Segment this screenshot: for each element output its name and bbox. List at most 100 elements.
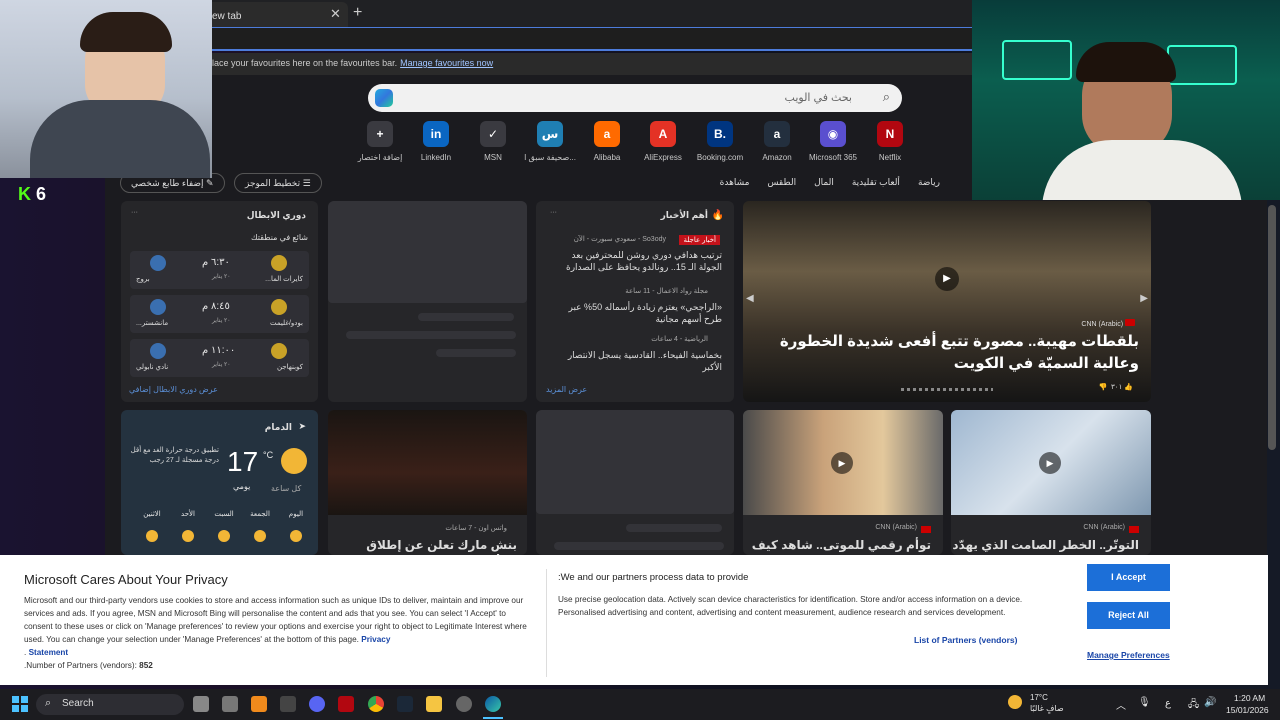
taskbar-search[interactable]: ⌕ Search (36, 694, 184, 715)
web-search-box[interactable]: بحث في الويب ⌕ (368, 84, 902, 112)
news-card-stress[interactable]: ▶ CNN (Arabic) التوتّر.. الخطر الصامت ال… (951, 410, 1151, 555)
edge-icon[interactable] (485, 696, 501, 712)
away-team: مانشستر... (136, 320, 169, 327)
manage-favourites-link[interactable]: Manage favourites now (400, 58, 493, 68)
close-tab-icon[interactable]: ✕ (330, 6, 341, 22)
page-scrollbar[interactable] (1268, 205, 1276, 450)
clock-time[interactable]: 1:20 AM (1234, 693, 1265, 703)
file-explorer-icon[interactable] (426, 696, 442, 712)
search-icon[interactable]: ⌕ (883, 89, 890, 105)
more-options-icon[interactable]: ··· (550, 209, 557, 216)
new-tab-icon[interactable]: + (353, 4, 362, 22)
weather-tab-daily[interactable]: يومي (233, 482, 250, 491)
nav-link[interactable]: مشاهدة (720, 177, 750, 188)
next-arrow-icon[interactable]: ▶ (1140, 293, 1148, 304)
statement-link[interactable]: Statement (29, 648, 69, 657)
volume-icon[interactable]: 🔊 (1204, 697, 1216, 708)
microphone-icon[interactable]: 🎙 (1138, 697, 1151, 708)
nav-link[interactable]: الطقس (767, 177, 796, 188)
news-headline[interactable]: «الراجحي» يعتزم زيادة رأسماله 50% عبر طر… (552, 301, 723, 325)
league-more-link[interactable]: عرض دوري الابطال إضافي (129, 385, 218, 394)
card-headline[interactable]: توأم رقمي للموتى.. شاهد كيف (752, 538, 931, 552)
news-headline[interactable]: ترتيب هدافي دوري روشن للمحترفين بعد الجو… (552, 249, 722, 273)
quick-link[interactable]: + إضافة اختصار (350, 121, 410, 162)
quick-link-tile[interactable]: A (650, 121, 676, 147)
quick-link-tile[interactable]: a (594, 121, 620, 147)
dislike-icon[interactable]: 👎 (1098, 384, 1107, 391)
league-title[interactable]: دوري الابطال (247, 210, 306, 221)
netflix-icon[interactable] (338, 696, 354, 712)
play-icon[interactable]: ▶ (935, 267, 959, 291)
feed-layout-button[interactable]: تخطيط الموجز ☰ (234, 173, 322, 193)
tab-new-tab[interactable]: ew tab (200, 2, 348, 27)
weather-card[interactable]: الدمام ➤ 17 °C تطبيق درجة حرارة الغد مع … (121, 410, 318, 555)
settings-icon[interactable] (456, 696, 472, 712)
reject-all-button[interactable]: Reject All (1087, 602, 1170, 629)
news-headline[interactable]: بخماسية الفيحاء.. القادسية يسجل الانتصار… (552, 349, 722, 373)
play-icon[interactable]: ▶ (1039, 452, 1061, 474)
news-more-link[interactable]: عرض المزيد (546, 385, 587, 394)
match-row[interactable]: كايرات الما... بروج ٦:٣٠ م ٢٠ يناير (130, 251, 309, 289)
input-language[interactable]: ع (1165, 698, 1171, 709)
address-bar[interactable] (200, 27, 980, 51)
top-news-title: أهم الأخبار (660, 210, 708, 220)
play-icon[interactable]: ▶ (831, 452, 853, 474)
quick-link-tile[interactable]: ✓ (480, 121, 506, 147)
quick-link[interactable]: a Amazon (747, 121, 807, 162)
quick-link[interactable]: س صحيفة سبق ا... (520, 121, 580, 162)
more-options-icon[interactable]: ··· (131, 209, 138, 216)
hero-card[interactable]: ▶ ◀ ▶ CNN (Arabic) بلقطات مهيبة.. مصورة … (743, 201, 1151, 402)
task-view-icon[interactable] (193, 696, 209, 712)
prev-arrow-icon[interactable]: ◀ (746, 293, 754, 304)
weather-tab-hourly[interactable]: كل ساعة (271, 484, 301, 493)
tray-weather-desc[interactable]: صافٍ غالبًا (1030, 704, 1064, 713)
news-card-steak[interactable]: واتس اون - 7 ساعات بنش مارك تعلن عن إطلا… (328, 410, 527, 555)
quick-link[interactable]: a Alibaba (577, 121, 637, 162)
quick-link-tile[interactable]: س (537, 121, 563, 147)
news-source: So3ody - سعودي سبورت - الآن (573, 236, 666, 243)
quick-link[interactable]: in LinkedIn (406, 121, 466, 162)
quick-link-tile[interactable]: + (367, 121, 393, 147)
news-card-twin[interactable]: ▶ CNN (Arabic) توأم رقمي للموتى.. شاهد ك… (743, 410, 943, 555)
widgets-icon[interactable] (222, 696, 238, 712)
card-headline[interactable]: التوتّر.. الخطر الصامت الذي يهدّد (952, 538, 1139, 552)
chrome-icon[interactable] (368, 696, 384, 712)
match-row[interactable]: بودو/غليمت مانشستر... ٨:٤٥ م ٢٠ يناير (130, 295, 309, 333)
quick-link[interactable]: A AliExpress (633, 121, 693, 162)
hero-headline[interactable]: بلقطات مهيبة.. مصورة تتبع أفعى شديدة الخ… (759, 331, 1139, 375)
show-hidden-icons[interactable]: ︿ (1116, 697, 1126, 712)
quick-link-tile[interactable]: a (764, 121, 790, 147)
hero-reactions[interactable]: 👎 ٣٠١ 👍 (1098, 383, 1133, 391)
quick-link-tile[interactable]: in (423, 121, 449, 147)
network-icon[interactable]: 🖧 (1188, 697, 1199, 714)
carousel-dots[interactable] (901, 388, 993, 391)
accept-button[interactable]: I Accept (1087, 564, 1170, 591)
like-icon[interactable]: 👍 (1124, 384, 1133, 391)
tray-weather-temp[interactable]: 17°C (1030, 693, 1048, 702)
windows-start-icon[interactable] (12, 696, 28, 712)
epic-games-icon[interactable] (280, 696, 296, 712)
app-a-icon[interactable] (251, 696, 267, 712)
quick-link[interactable]: ◉ Microsoft 365 (803, 121, 863, 162)
quick-link-tile[interactable]: B. (707, 121, 733, 147)
quick-link[interactable]: N Netflix (860, 121, 920, 162)
quick-link[interactable]: ✓ MSN (463, 121, 523, 162)
weather-city[interactable]: الدمام (265, 422, 292, 433)
card-headline[interactable]: بنش مارك تعلن عن إطلاق برنامج (328, 538, 517, 555)
match-row[interactable]: كوبنهاجن نادي نابولي ١١:٠٠ م ٢٠ يناير (130, 339, 309, 377)
weather-moon-icon[interactable] (1008, 695, 1022, 709)
privacy-link[interactable]: Privacy (361, 635, 390, 644)
discord-icon[interactable] (309, 696, 325, 712)
manage-preferences-link[interactable]: Manage Preferences (1087, 650, 1170, 660)
nav-link[interactable]: ألعاب تقليدية (852, 177, 900, 188)
nav-link[interactable]: رياضة (918, 177, 940, 188)
cnn-logo-icon (1129, 526, 1139, 533)
quick-link-tile[interactable]: N (877, 121, 903, 147)
quick-link-tile[interactable]: ◉ (820, 121, 846, 147)
list-partners-link[interactable]: List of Partners (vendors) (914, 635, 1017, 645)
quick-link[interactable]: B. Booking.com (690, 121, 750, 162)
steam-icon[interactable] (397, 696, 413, 712)
copilot-icon[interactable] (375, 89, 393, 107)
clock-date[interactable]: 15/01/2026 (1226, 705, 1269, 715)
nav-link[interactable]: المال (814, 177, 834, 188)
